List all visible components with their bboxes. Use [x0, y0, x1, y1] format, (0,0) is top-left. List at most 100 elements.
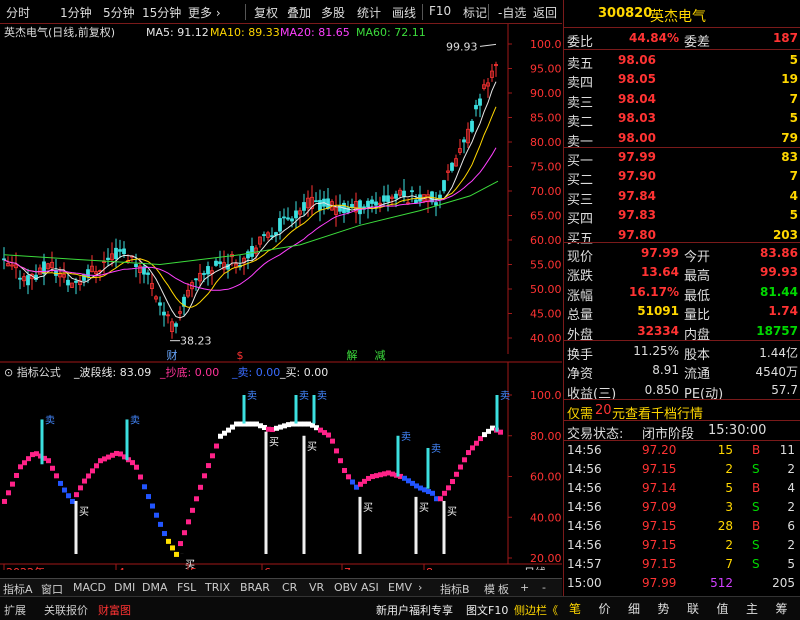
- panel-tab-5[interactable]: 值: [717, 600, 729, 617]
- promo-num[interactable]: 20: [595, 403, 612, 418]
- indicator-tab-15[interactable]: 模: [484, 581, 495, 597]
- trade-time: 15:30:00: [708, 423, 767, 438]
- indicator-tab-6[interactable]: TRIX: [205, 581, 230, 594]
- wave-dot: [470, 445, 475, 451]
- wave-dot: [182, 530, 187, 536]
- indicator-tab-18[interactable]: -: [542, 581, 546, 594]
- toolbar-button-0[interactable]: 分时: [6, 4, 30, 21]
- ask-label: 卖五: [567, 57, 594, 72]
- f10-link[interactable]: 图文F10: [466, 602, 508, 618]
- toolbar-button-12[interactable]: -自选: [498, 4, 526, 21]
- indicator-tab-11[interactable]: ASI: [361, 581, 379, 594]
- tick-price: 97.20: [642, 443, 677, 457]
- panel-tab-4[interactable]: 联: [687, 600, 699, 617]
- indicator-tick-label: 80.00: [530, 430, 562, 443]
- toolbar-separator: [488, 4, 489, 20]
- toolbar-button-9[interactable]: 画线: [392, 4, 416, 21]
- toolbar-button-11[interactable]: 标记: [463, 4, 487, 21]
- toolbar-button-2[interactable]: 5分钟: [103, 4, 135, 21]
- ask-price[interactable]: 98.04: [618, 92, 656, 106]
- panel-tab-0[interactable]: 笔: [569, 600, 581, 617]
- tick-price: 97.15: [642, 462, 677, 476]
- indicator-tab-0[interactable]: 指标A: [3, 581, 33, 597]
- indicator-tab-9[interactable]: VR: [309, 581, 324, 594]
- ask-price[interactable]: 98.00: [618, 131, 656, 145]
- indicator-title: ⊙ 指标公式: [4, 365, 61, 379]
- price-tick-label: 70.00: [530, 185, 562, 198]
- quote-value: 99.93: [760, 265, 798, 280]
- toolbar-button-7[interactable]: 多股: [321, 4, 345, 21]
- chart-canvas[interactable]: 100.0 95.00 90.00 85.00 80.00 75.00 70.00 65.00…: [0, 24, 562, 579]
- panel-tab-2[interactable]: 细: [628, 600, 640, 617]
- bid-price[interactable]: 97.84: [618, 189, 656, 203]
- indicator-tab-12[interactable]: EMV: [388, 581, 412, 594]
- indicator-tab-16[interactable]: 板: [498, 581, 509, 597]
- quote-label: 最高: [684, 269, 711, 285]
- candle-body: [294, 210, 298, 219]
- toolbar-button-5[interactable]: 复权: [254, 4, 278, 21]
- tick-count: 4: [787, 481, 795, 495]
- indicator-tab-4[interactable]: DMA: [142, 581, 168, 594]
- wave-dot: [178, 541, 183, 547]
- indicator-tab-17[interactable]: +: [520, 581, 529, 594]
- toolbar-button-1[interactable]: 1分钟: [60, 4, 92, 21]
- status-item-0[interactable]: 扩展: [4, 602, 26, 618]
- ask-price[interactable]: 98.06: [618, 53, 656, 67]
- indicator-tab-3[interactable]: DMI: [114, 581, 135, 594]
- candle-body: [394, 193, 398, 199]
- ask-price[interactable]: 98.05: [618, 72, 656, 86]
- indicator-tab-5[interactable]: FSL: [177, 581, 196, 594]
- panel-tab-1[interactable]: 价: [599, 600, 611, 617]
- panel-row: 14:56 97.15 2 S 2: [564, 536, 800, 555]
- panel-tab-7[interactable]: 筹: [776, 600, 788, 617]
- indicator-tab-7[interactable]: BRAR: [240, 581, 270, 594]
- wave-dot: [78, 485, 83, 491]
- candle-body: [414, 199, 418, 204]
- period-label[interactable]: 日线: [524, 565, 546, 579]
- event-marker-3[interactable]: 减: [375, 349, 386, 362]
- indicator-tab-8[interactable]: CR: [282, 581, 297, 594]
- tick-count: 2: [787, 538, 795, 552]
- indicator-tab-1[interactable]: 窗口: [41, 581, 63, 597]
- toolbar-button-8[interactable]: 统计: [357, 4, 381, 21]
- toolbar-button-3[interactable]: 15分钟: [142, 4, 181, 21]
- tick-volume: 7: [725, 557, 733, 571]
- toolbar-button-4[interactable]: 更多 ›: [188, 4, 221, 21]
- fin-value: 1.44亿: [759, 346, 798, 360]
- toolbar-button-13[interactable]: 返回: [533, 4, 557, 21]
- indicator-tab-2[interactable]: MACD: [73, 581, 106, 594]
- bid-price[interactable]: 97.80: [618, 228, 656, 242]
- event-marker-1[interactable]: $: [237, 349, 244, 362]
- wave-dot: [458, 464, 463, 470]
- wave-dot: [206, 463, 211, 469]
- bid-price[interactable]: 97.90: [618, 169, 656, 183]
- promo-link[interactable]: 新用户福利专享: [376, 602, 453, 618]
- status-item-2[interactable]: 财富图: [98, 602, 131, 618]
- panel-tab-6[interactable]: 主: [746, 600, 758, 617]
- price-tick-label: 80.00: [530, 136, 562, 149]
- candle-body: [270, 235, 274, 238]
- toolbar-button-6[interactable]: 叠加: [287, 4, 311, 21]
- bid-price[interactable]: 97.83: [618, 208, 656, 222]
- buy-signal-label: 买: [307, 441, 317, 453]
- buy-signal-label: 买: [269, 437, 279, 449]
- sidebar-toggle[interactable]: 侧边栏《: [514, 602, 558, 618]
- status-item-1[interactable]: 关联报价: [44, 602, 88, 618]
- wave-dot: [58, 480, 63, 486]
- event-marker-2[interactable]: 解: [347, 348, 358, 362]
- indicator-tick-label: 20.00: [530, 552, 562, 565]
- buy-signal-bar: [302, 435, 306, 554]
- tick-volume: 3: [725, 500, 733, 514]
- candle-body: [474, 104, 478, 110]
- indicator-tab-13[interactable]: ›: [418, 581, 422, 594]
- quote-label: 现价: [567, 250, 594, 265]
- toolbar-button-10[interactable]: F10: [429, 4, 451, 18]
- event-marker-0[interactable]: 财: [167, 348, 178, 362]
- panel-tab-3[interactable]: 势: [658, 600, 670, 617]
- indicator-tab-10[interactable]: OBV: [334, 581, 357, 594]
- indicator-tab-14[interactable]: 指标B: [440, 581, 470, 597]
- tick-price: 97.09: [642, 500, 677, 514]
- price-tick-label: 95.00: [530, 63, 562, 76]
- bid-price[interactable]: 97.99: [618, 150, 656, 164]
- ask-price[interactable]: 98.03: [618, 111, 656, 125]
